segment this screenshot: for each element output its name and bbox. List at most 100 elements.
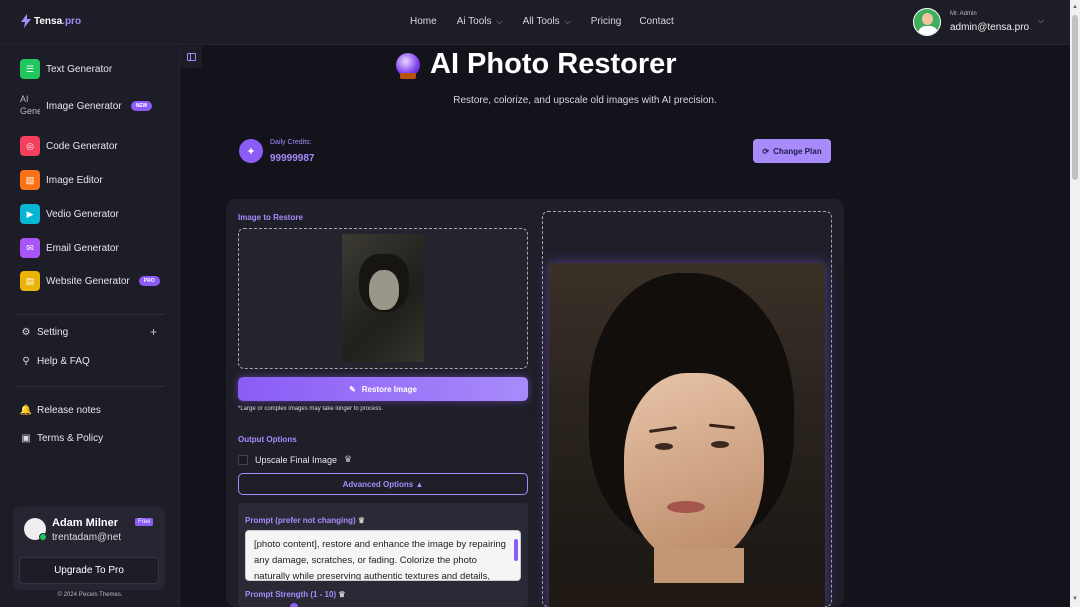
briefcase-icon: ▣ bbox=[21, 432, 31, 444]
gear-icon: ⚙ bbox=[21, 326, 31, 338]
help-icon: ⚲ bbox=[22, 355, 30, 367]
prompt-text: [photo content], restore and enhance the… bbox=[254, 539, 506, 581]
sidebar-item-label: Website Generator bbox=[46, 275, 130, 287]
scroll-thumb[interactable] bbox=[1072, 15, 1078, 180]
sidebar-item-label: Release notes bbox=[37, 404, 101, 416]
magic-wand-icon: ✦ bbox=[239, 139, 263, 163]
text-icon: ☰ bbox=[20, 59, 40, 79]
prompt-strength-label: Prompt Strength (1 - 10) ♛ bbox=[245, 590, 346, 599]
crown-icon: ♛ bbox=[357, 516, 366, 525]
restore-button-label: Restore Image bbox=[361, 384, 417, 394]
sidebar-item-label: Help & FAQ bbox=[37, 355, 90, 367]
sidebar-item-label: Text Generator bbox=[46, 63, 113, 75]
email-icon: ✉ bbox=[20, 238, 40, 258]
user-role: Mr. Admin bbox=[950, 11, 977, 17]
user-email: admin@tensa.pro bbox=[950, 22, 1030, 33]
sidebar-toggle-button[interactable] bbox=[180, 46, 202, 68]
user-card-email: trentadam@net bbox=[52, 532, 122, 543]
chevron-down-icon: ⌵ bbox=[564, 16, 571, 26]
avatar[interactable] bbox=[913, 8, 941, 36]
sidebar-item-label: Code Generator bbox=[46, 140, 118, 152]
credits-value: 99999987 bbox=[270, 153, 315, 164]
nav-item-ai-tools[interactable]: Ai Tools ⌵ bbox=[457, 16, 503, 27]
prompt-textarea[interactable]: [photo content], restore and enhance the… bbox=[245, 530, 521, 581]
brand-tld: .pro bbox=[62, 15, 82, 27]
sidebar-tag-badge: PRO bbox=[138, 276, 160, 286]
user-card-name: Adam Milner bbox=[52, 517, 119, 529]
page-subtitle: Restore, colorize, and upscale old image… bbox=[453, 95, 717, 106]
input-image bbox=[342, 234, 424, 362]
sidebar-item-label: Terms & Policy bbox=[37, 432, 104, 444]
upscale-checkbox[interactable] bbox=[238, 454, 248, 465]
brand-name: Tensa bbox=[34, 15, 63, 27]
user-menu[interactable]: Mr. Admin admin@tensa.pro ⌵ bbox=[913, 8, 1044, 36]
refresh-icon: ⟳ bbox=[762, 146, 770, 156]
prompt-strength-text: Prompt Strength (1 - 10) bbox=[245, 590, 337, 599]
image-label: Image to Restore bbox=[238, 213, 303, 222]
plan-badge: Free bbox=[135, 518, 154, 526]
crystal-ball-icon bbox=[396, 52, 420, 79]
sidebar-item-release-notes[interactable]: 🔔 Release notes bbox=[20, 404, 101, 416]
sidebar-item-label: Vedio Generator bbox=[46, 208, 119, 220]
nav-item-label: Pricing bbox=[590, 16, 622, 27]
change-plan-button[interactable]: ⟳ Change Plan bbox=[753, 139, 831, 163]
sidebar-divider bbox=[15, 314, 165, 315]
nav-item-home[interactable]: Home bbox=[410, 16, 437, 27]
pencil-icon: ✎ bbox=[349, 384, 356, 394]
restored-image bbox=[549, 263, 825, 607]
nav-item-label: Home bbox=[410, 16, 437, 27]
sidebar-item-setting[interactable]: ⚙ Setting bbox=[20, 326, 69, 338]
nav-item-all-tools[interactable]: All Tools ⌵ bbox=[523, 16, 571, 27]
bolt-icon bbox=[21, 14, 31, 28]
sidebar-item-vedio-generator[interactable]: ▶ Vedio Generator bbox=[20, 204, 119, 224]
sidebar-item-help[interactable]: ⚲ Help & FAQ bbox=[20, 355, 90, 367]
scroll-up-icon[interactable]: ▲ bbox=[1072, 4, 1078, 10]
sidebar-item-label: Image Editor bbox=[46, 174, 103, 186]
restore-button[interactable]: ✎ Restore Image bbox=[238, 377, 528, 401]
sidebar-item-text-generator[interactable]: ☰ Text Generator bbox=[20, 59, 112, 79]
textarea-scroll-thumb[interactable] bbox=[514, 539, 518, 561]
sidebar-item-image-editor[interactable]: ▧ Image Editor bbox=[20, 170, 103, 190]
strength-slider-handle[interactable] bbox=[290, 603, 298, 607]
page-scrollbar[interactable]: ▲ ▼ bbox=[1070, 0, 1080, 607]
code-icon: ◎ bbox=[20, 136, 40, 156]
upscale-label: Upscale Final Image bbox=[255, 454, 338, 465]
prompt-label-text: Prompt (prefer not changing) bbox=[245, 516, 356, 525]
copyright: © 2024 Pixcels Themes. bbox=[57, 592, 123, 598]
chevron-down-icon: ⌵ bbox=[496, 16, 503, 26]
plus-icon[interactable]: + bbox=[150, 325, 157, 339]
advanced-options-button[interactable]: Advanced Options ▲ bbox=[238, 473, 528, 495]
image-edit-icon: ▧ bbox=[20, 170, 40, 190]
user-card: Adam Milner Free trentadam@net Upgrade T… bbox=[13, 507, 165, 590]
nav-item-pricing[interactable]: Pricing bbox=[591, 16, 622, 27]
top-navbar: Tensa.pro Home Ai Tools ⌵ All Tools ⌵ Pricing… bbox=[0, 0, 1070, 45]
nav-item-label: Contact bbox=[639, 16, 674, 27]
crown-icon: ♛ bbox=[344, 454, 353, 464]
processing-note: *Large or complex images may take longer… bbox=[238, 406, 384, 412]
chevron-down-icon[interactable]: ⌵ bbox=[1038, 16, 1044, 26]
page-title: AI Photo Restorer bbox=[396, 48, 677, 81]
sidebar-item-email-generator[interactable]: ✉ Email Generator bbox=[20, 238, 119, 258]
upscale-option[interactable]: Upscale Final Image ♛ bbox=[238, 454, 352, 465]
sidebar-divider bbox=[15, 386, 165, 387]
sidebar-item-website-generator[interactable]: ▤ Website Generator PRO bbox=[20, 271, 160, 291]
brand-logo[interactable]: Tensa.pro bbox=[21, 14, 81, 28]
upgrade-button[interactable]: Upgrade To Pro bbox=[19, 557, 159, 584]
page-title-text: AI Photo Restorer bbox=[430, 48, 677, 80]
nav-item-label: All Tools bbox=[522, 16, 560, 27]
nav-item-contact[interactable]: Contact bbox=[639, 16, 673, 27]
crown-icon: ♛ bbox=[338, 590, 346, 599]
nav-item-label: Ai Tools bbox=[456, 16, 492, 27]
sidebar-item-terms[interactable]: ▣ Terms & Policy bbox=[20, 432, 103, 444]
website-icon: ▤ bbox=[20, 271, 40, 291]
sidebar-item-label: Setting bbox=[37, 326, 69, 338]
bell-icon: 🔔 bbox=[19, 404, 33, 416]
output-options-label: Output Options bbox=[238, 435, 297, 444]
main-nav: Home Ai Tools ⌵ All Tools ⌵ Pricing Contact bbox=[410, 16, 674, 27]
prompt-label: Prompt (prefer not changing) ♛ bbox=[245, 516, 365, 525]
sidebar-item-code-generator[interactable]: ◎ Code Generator bbox=[20, 136, 118, 156]
sidebar-item-label: Email Generator bbox=[46, 242, 119, 254]
user-card-avatar bbox=[24, 518, 47, 541]
video-icon: ▶ bbox=[20, 204, 40, 224]
scroll-down-icon[interactable]: ▼ bbox=[1072, 596, 1078, 602]
